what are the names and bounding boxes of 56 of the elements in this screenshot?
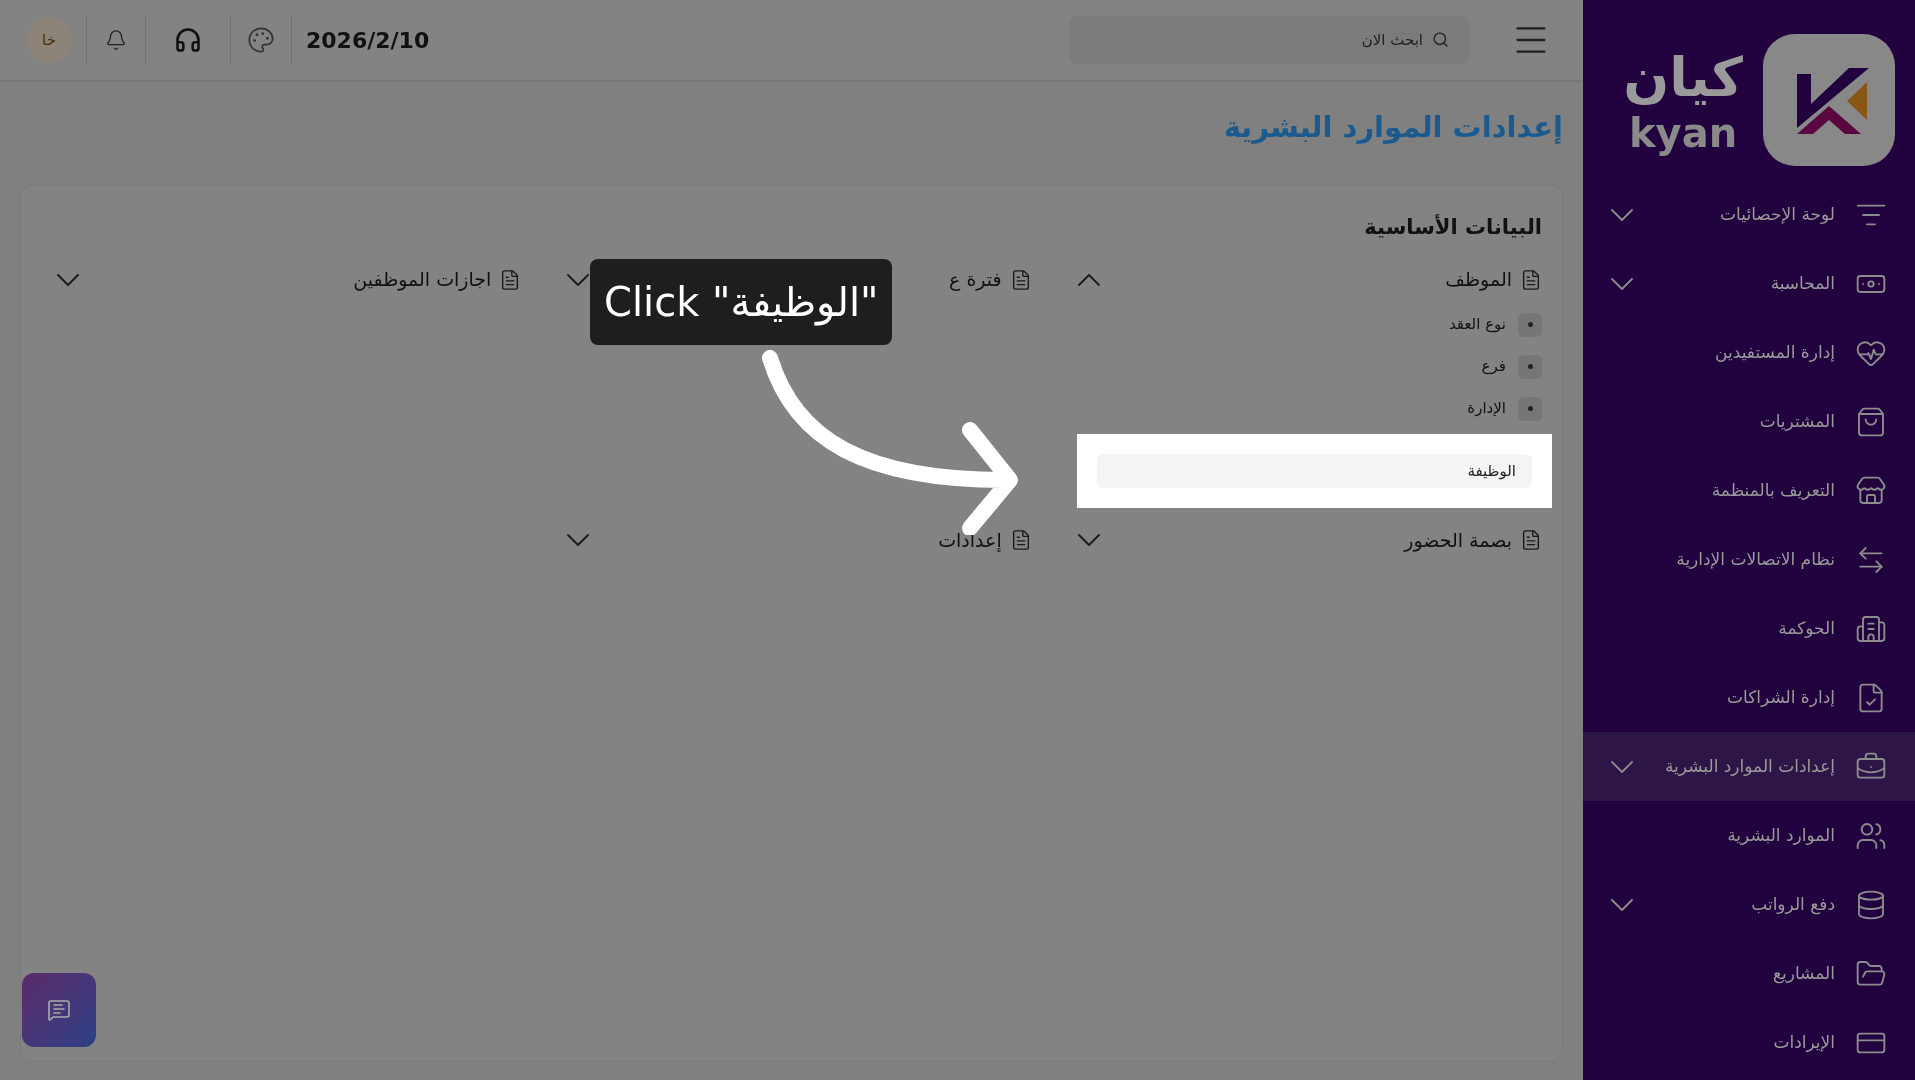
accordion-toggle[interactable]	[1077, 534, 1100, 546]
sidebar-item[interactable]: إدارة الشراكات	[1583, 663, 1915, 732]
logo-text: كيان	[1623, 45, 1743, 111]
chevron-icon	[1611, 898, 1633, 911]
sidebar-item[interactable]: لوحة الإحصائيات	[1583, 180, 1915, 249]
accordion-title: إعدادات	[938, 527, 1002, 554]
accordion-title: بصمة الحضور	[1404, 527, 1512, 554]
menu-item[interactable]: الوظيفة	[1097, 453, 1532, 488]
accordion-title: فترة ع	[949, 267, 1002, 293]
user-avatar[interactable]: خا	[26, 17, 72, 63]
accordion-title: الموظف	[1445, 267, 1512, 293]
bullet-icon	[1518, 396, 1542, 421]
sidebar-item[interactable]: نظام الاتصالات الإدارية	[1583, 525, 1915, 594]
sidebar-item[interactable]: دفع الرواتب	[1583, 870, 1915, 939]
headset-icon[interactable]	[174, 26, 202, 54]
section-title: البيانات الأساسية	[1363, 213, 1542, 241]
accordion-toggle[interactable]	[1077, 273, 1100, 286]
tooltip-callout: Click "الوظيفة"	[590, 259, 893, 345]
bell-icon[interactable]	[105, 29, 127, 51]
date-text: 2026/2/10	[291, 16, 430, 64]
chevron-icon	[57, 273, 79, 286]
accordion-toggle[interactable]	[57, 273, 79, 286]
sidebar-item[interactable]: إعدادات الموارد البشرية	[1583, 732, 1915, 801]
chat-button[interactable]	[22, 973, 96, 1047]
chevron-icon	[567, 534, 590, 546]
sidebar-item[interactable]: التعريف بالمنظمة	[1583, 456, 1915, 525]
menu-item[interactable]: الإدارة	[1467, 397, 1506, 420]
accordion-toggle[interactable]	[567, 534, 590, 546]
chevron-icon	[1611, 208, 1633, 221]
accordion-title: اجازات الموظفين	[353, 267, 492, 293]
document-icon	[1520, 268, 1542, 291]
bullet-icon	[1518, 354, 1542, 379]
chevron-icon	[1077, 273, 1100, 286]
accordion-toggle[interactable]	[567, 273, 590, 286]
sidebar-item[interactable]: الحوكمة	[1583, 594, 1915, 663]
menu-item[interactable]: نوع العقد	[1448, 313, 1506, 336]
sidebar-item[interactable]: المشاريع	[1583, 939, 1915, 1008]
chevron-icon	[1611, 277, 1633, 290]
chat-icon	[47, 998, 71, 1022]
bullet-icon	[1518, 312, 1542, 337]
logo-text: kyan	[1629, 111, 1738, 155]
sidebar-item[interactable]: الموارد البشرية	[1583, 801, 1915, 870]
palette-icon[interactable]	[247, 26, 275, 54]
document-icon	[1520, 529, 1542, 551]
search-icon	[1432, 31, 1449, 48]
page-title: إعدادات الموارد البشرية	[1223, 109, 1563, 147]
logo-icon	[1763, 34, 1895, 166]
sidebar-item[interactable]: المحاسبة	[1583, 249, 1915, 318]
sidebar-item[interactable]: المشتريات	[1583, 387, 1915, 456]
chevron-icon	[1077, 534, 1100, 546]
sidebar-item[interactable]: الإيرادات	[1583, 1008, 1915, 1077]
chevron-icon	[1611, 760, 1633, 773]
sidebar-item[interactable]: إدارة المستفيدين	[1583, 318, 1915, 387]
menu-item[interactable]: فرع	[1481, 355, 1506, 378]
chevron-icon	[567, 273, 590, 286]
search-field[interactable]: ابحث الان	[1069, 16, 1469, 64]
